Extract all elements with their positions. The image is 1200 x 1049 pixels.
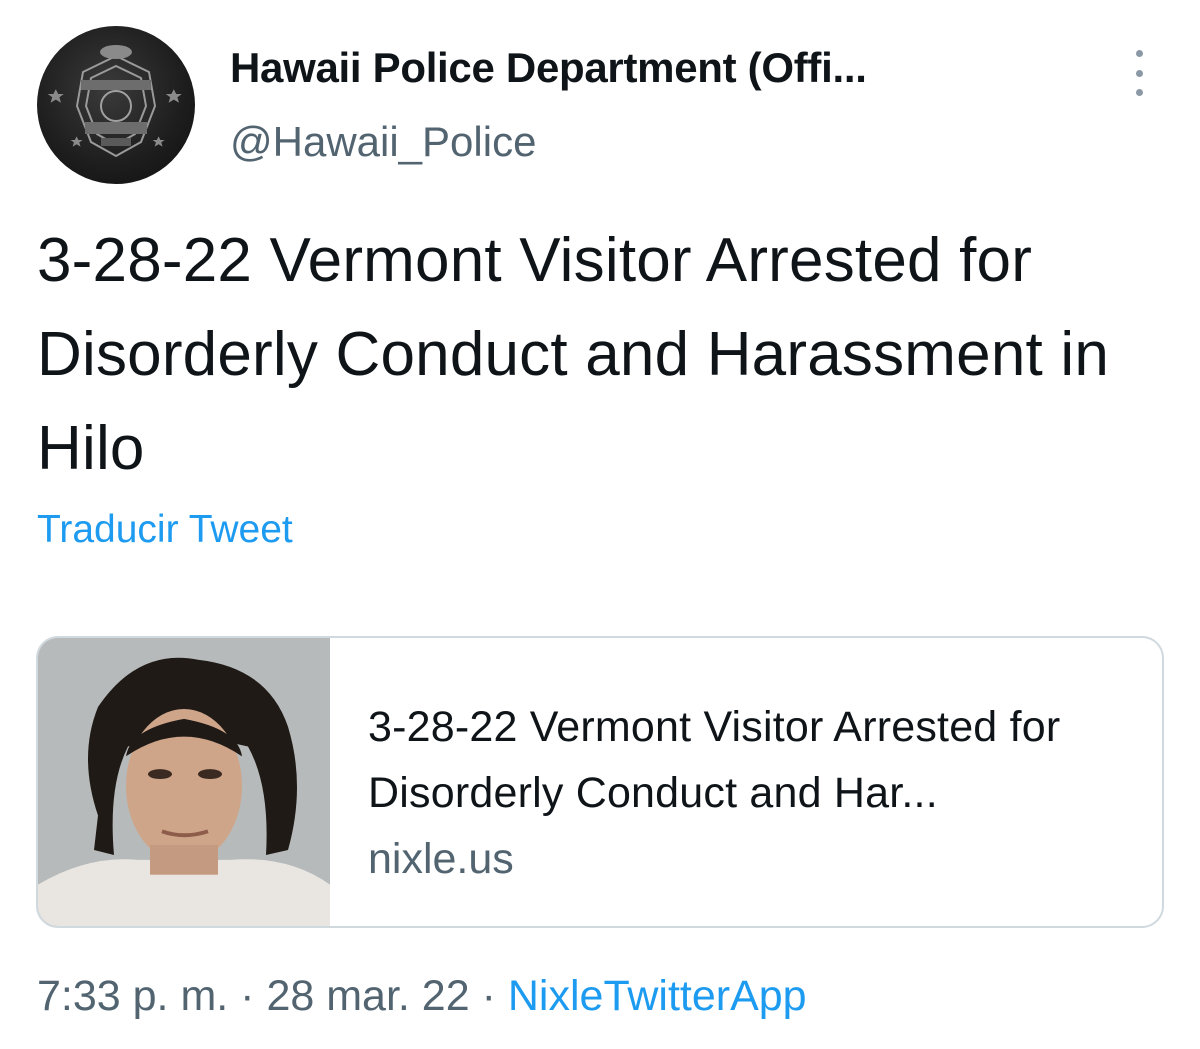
- tweet-text: 3-28-22 Vermont Visitor Arrested for Dis…: [37, 226, 1110, 483]
- author-handle[interactable]: @Hawaii_Police: [230, 118, 536, 166]
- more-dot: [1135, 89, 1143, 96]
- card-image: [38, 638, 330, 926]
- avatar[interactable]: [37, 26, 195, 184]
- police-badge-icon: [47, 45, 182, 158]
- tweet-source-link[interactable]: NixleTwitterApp: [508, 972, 807, 1020]
- link-card[interactable]: 3-28-22 Vermont Visitor Arrested for Dis…: [36, 636, 1164, 928]
- meta-separator: ·: [481, 972, 496, 1020]
- tweet-date[interactable]: 28 mar. 22: [266, 972, 469, 1020]
- more-dot: [1135, 50, 1143, 57]
- more-dot: [1135, 69, 1143, 77]
- card-title: 3-28-22 Vermont Visitor Arrested for Dis…: [368, 703, 1061, 817]
- mugshot-photo: [38, 638, 330, 926]
- tweet-metadata: 7:33 p. m. · 28 mar. 22 · NixleTwitterAp…: [37, 972, 807, 1021]
- author-display-name[interactable]: Hawaii Police Department (Offi...: [230, 44, 867, 92]
- translate-tweet-link[interactable]: Traducir Tweet: [37, 508, 293, 552]
- tweet-time[interactable]: 7:33 p. m.: [37, 972, 228, 1020]
- card-domain: nixle.us: [368, 835, 514, 883]
- more-options-icon[interactable]: [1124, 50, 1154, 96]
- meta-separator: ·: [240, 972, 255, 1020]
